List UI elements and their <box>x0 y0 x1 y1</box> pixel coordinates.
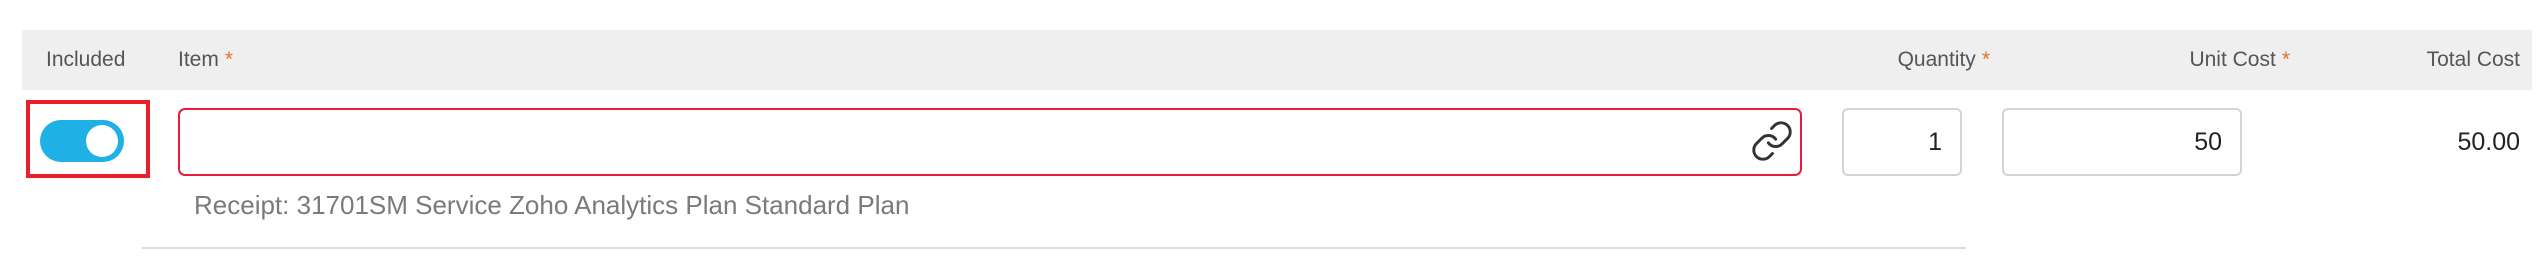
header-quantity-label: Quantity <box>1897 48 1976 71</box>
header-total-cost-label: Total Cost <box>2426 48 2520 71</box>
header-item: Item * <box>178 30 233 90</box>
unit-cost-input[interactable] <box>2002 108 2242 176</box>
header-quantity: Quantity * <box>1898 30 1990 90</box>
row-divider <box>142 247 1966 249</box>
included-toggle-highlight <box>26 100 150 178</box>
total-cost-value: 50.00 <box>2457 128 2520 156</box>
header-unit-cost-label: Unit Cost <box>2189 48 2276 71</box>
toggle-knob <box>86 125 118 157</box>
required-marker: * <box>1981 48 1990 71</box>
header-total-cost: Total Cost <box>2427 30 2520 90</box>
required-marker: * <box>224 48 234 71</box>
header-included-label: Included <box>46 48 126 71</box>
item-input[interactable] <box>178 108 1802 176</box>
included-toggle[interactable] <box>40 120 124 162</box>
table-header: Included Item * Quantity * Unit Cost * Tota… <box>22 30 2532 90</box>
header-unit-cost: Unit Cost * <box>2189 30 2290 90</box>
header-item-label: Item <box>178 48 219 71</box>
link-icon[interactable] <box>1750 119 1794 163</box>
receipt-note: Receipt: 31701SM Service Zoho Analytics … <box>194 190 910 220</box>
required-marker: * <box>2281 48 2290 71</box>
header-included: Included <box>46 30 125 90</box>
quantity-input[interactable] <box>1842 108 1962 176</box>
